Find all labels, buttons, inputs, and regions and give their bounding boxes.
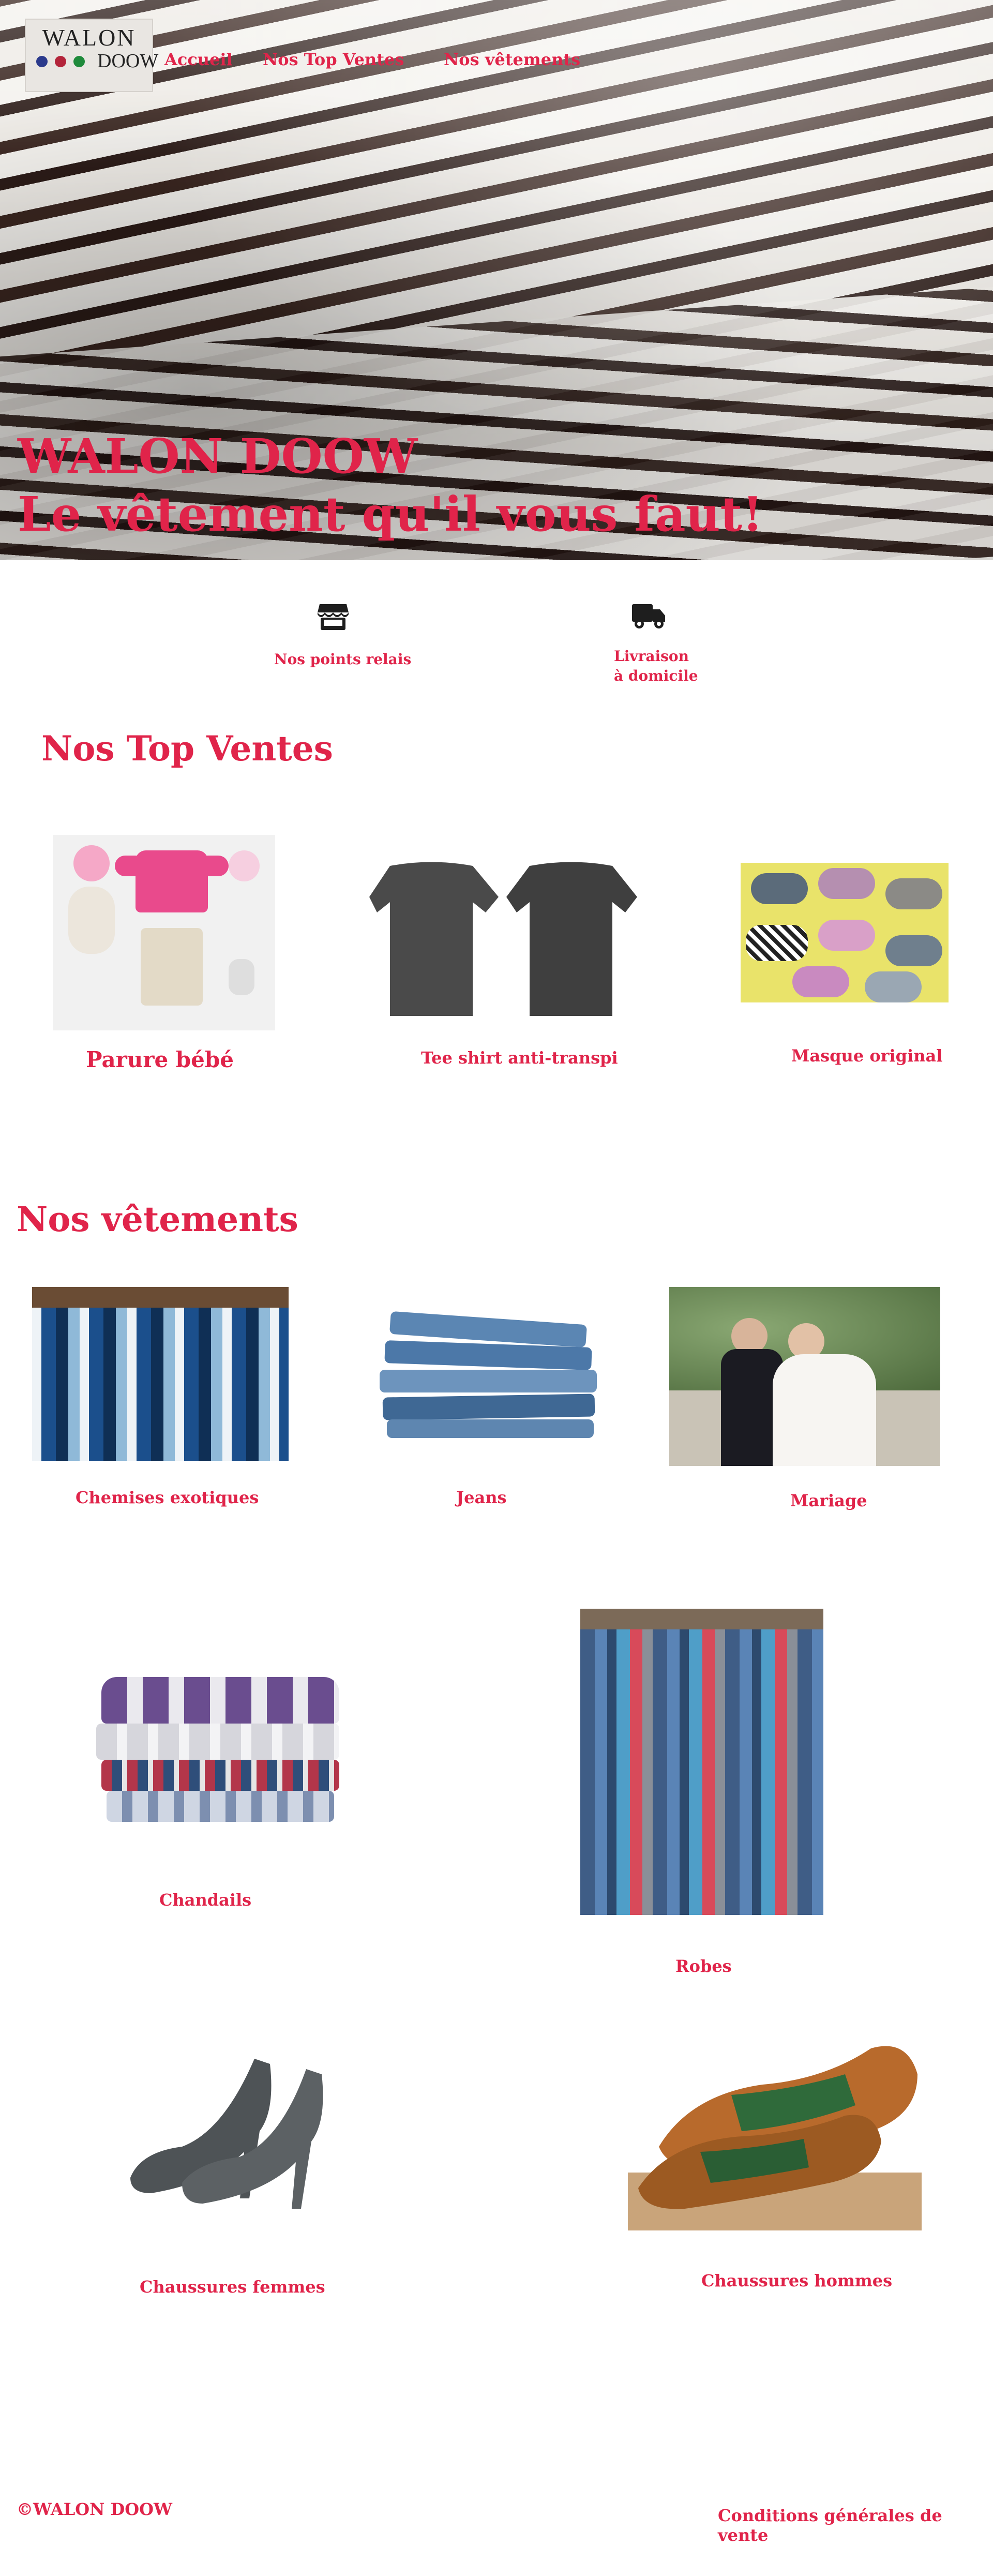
truck-icon xyxy=(632,603,666,630)
nav-home[interactable]: Accueil xyxy=(164,50,233,69)
logo-dot-blue xyxy=(36,56,48,67)
product-label-tshirt[interactable]: Tee shirt anti-transpi xyxy=(421,1048,618,1068)
feature-delivery-label-2: à domicile xyxy=(614,667,698,684)
clothes-image-men-shoes[interactable] xyxy=(628,2017,922,2230)
clothes-image-sweaters[interactable] xyxy=(91,1667,348,1847)
clothes-label-jeans[interactable]: Jeans xyxy=(456,1488,507,1507)
product-image-baby-set[interactable] xyxy=(53,835,275,1030)
store-icon xyxy=(317,602,350,631)
product-label-mask[interactable]: Masque original xyxy=(791,1046,942,1066)
hero-banner: WALON DOOW Accueil Nos Top Ventes Nos vê… xyxy=(0,0,993,560)
product-image-tshirt[interactable] xyxy=(369,861,637,1021)
clothes-image-wedding[interactable] xyxy=(669,1287,940,1466)
clothes-label-exotic-shirts[interactable]: Chemises exotiques xyxy=(76,1488,259,1507)
logo-dot-red xyxy=(55,56,66,67)
clothes-image-women-shoes[interactable] xyxy=(120,2028,358,2217)
feature-delivery-label-1: Livraison xyxy=(614,648,689,665)
product-image-mask[interactable] xyxy=(741,863,949,1002)
clothes-label-sweaters[interactable]: Chandails xyxy=(159,1890,251,1910)
clothes-image-jeans[interactable] xyxy=(380,1302,605,1441)
clothes-label-women-shoes[interactable]: Chaussures femmes xyxy=(140,2277,325,2297)
nav-clothes[interactable]: Nos vêtements xyxy=(444,50,580,69)
footer-copyright: ©WALON DOOW xyxy=(17,2499,172,2519)
logo[interactable]: WALON DOOW xyxy=(25,19,158,92)
clothes-label-dresses[interactable]: Robes xyxy=(675,1956,732,1976)
hero-title-brand: WALON DOOW xyxy=(18,428,418,484)
logo-dot-green xyxy=(73,56,85,67)
hero-title-tagline: Le vêtement qu'il vous faut! xyxy=(18,486,763,542)
clothes-label-wedding[interactable]: Mariage xyxy=(790,1491,867,1510)
footer-terms-link[interactable]: Conditions générales de vente xyxy=(718,2506,993,2545)
product-label-baby-set[interactable]: Parure bébé xyxy=(86,1047,234,1072)
clothes-image-dresses[interactable] xyxy=(580,1609,823,1915)
top-sales-title: Nos Top Ventes xyxy=(41,728,333,769)
clothes-title: Nos vêtements xyxy=(17,1199,298,1239)
clothes-image-exotic-shirts[interactable] xyxy=(32,1287,289,1461)
logo-text-bottom: DOOW xyxy=(97,50,159,72)
feature-relay-label: Nos points relais xyxy=(274,651,412,668)
clothes-label-men-shoes[interactable]: Chaussures hommes xyxy=(701,2271,892,2290)
logo-text-top: WALON xyxy=(42,24,136,51)
nav-top-sales[interactable]: Nos Top Ventes xyxy=(263,50,404,69)
